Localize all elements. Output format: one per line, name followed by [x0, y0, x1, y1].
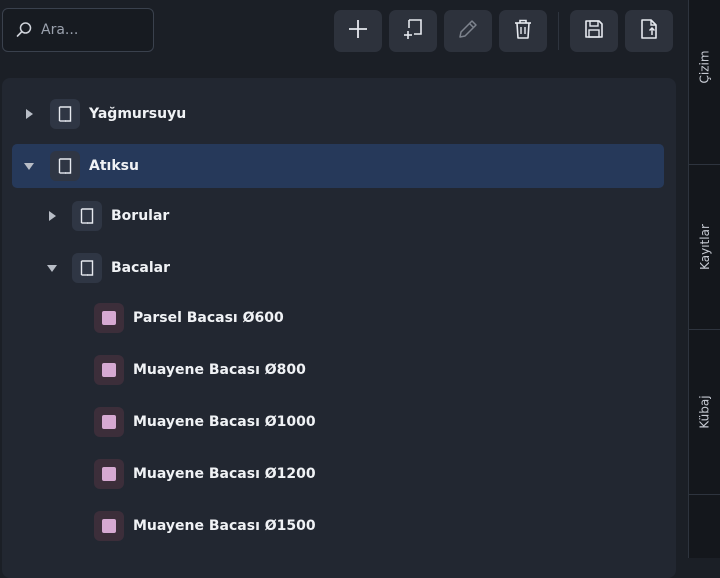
tab-kayitlar[interactable]: Kayıtlar: [689, 165, 720, 330]
color-swatch-icon: [94, 355, 124, 385]
plus-icon: [346, 17, 370, 45]
tree-item-muayene-1000[interactable]: Muayene Bacası Ø1000: [12, 400, 664, 444]
add-child-button[interactable]: [389, 10, 437, 52]
swatch: [102, 519, 116, 533]
tab-kubaj[interactable]: Kübaj: [689, 330, 720, 495]
tree-item-label: Muayene Bacası Ø800: [133, 362, 306, 378]
tab-cizim[interactable]: Çizim: [689, 0, 720, 165]
add-sheet-icon: [401, 17, 425, 45]
swatch: [102, 467, 116, 481]
swatch: [102, 311, 116, 325]
side-tab-rail: Çizim Kayıtlar Kübaj: [688, 0, 720, 558]
tree-item-label: Muayene Bacası Ø1500: [133, 518, 316, 534]
file-export-icon: [637, 17, 661, 45]
tree-item-label: Parsel Bacası Ø600: [133, 310, 284, 326]
collapse-caret-icon[interactable]: [24, 161, 34, 171]
collapse-caret-icon[interactable]: [47, 263, 57, 273]
tree-node-label: Atıksu: [89, 158, 139, 174]
tree-item-muayene-1500[interactable]: Muayene Bacası Ø1500: [12, 504, 664, 548]
tree-node-bacalar[interactable]: Bacalar: [12, 246, 664, 290]
floppy-icon: [582, 17, 606, 45]
tree-node-atiksu[interactable]: Atıksu: [12, 144, 664, 188]
swatch: [102, 415, 116, 429]
toolbar-divider: [558, 12, 559, 50]
tab-label: Kübaj: [698, 395, 712, 429]
tab-label: Kayıtlar: [698, 224, 712, 270]
color-swatch-icon: [94, 407, 124, 437]
tree-node-yagmursuyu[interactable]: Yağmursuyu: [12, 92, 664, 136]
folder-icon: [50, 151, 80, 181]
folder-icon: [72, 201, 102, 231]
export-button[interactable]: [625, 10, 673, 52]
tree-node-label: Bacalar: [111, 260, 171, 276]
save-button[interactable]: [570, 10, 618, 52]
toolbar: [0, 0, 688, 64]
color-swatch-icon: [94, 459, 124, 489]
tree-node-label: Borular: [111, 208, 170, 224]
tree-item-parsel-600[interactable]: Parsel Bacası Ø600: [12, 296, 664, 340]
tree-panel: Yağmursuyu Atıksu Borular Bacalar Parsel…: [2, 78, 676, 578]
tree-node-label: Yağmursuyu: [89, 106, 187, 122]
tree-node-borular[interactable]: Borular: [12, 194, 664, 238]
swatch: [102, 363, 116, 377]
trash-icon: [511, 17, 535, 45]
tree-item-label: Muayene Bacası Ø1000: [133, 414, 316, 430]
color-swatch-icon: [94, 303, 124, 333]
edit-button[interactable]: [444, 10, 492, 52]
folder-icon: [50, 99, 80, 129]
folder-icon: [72, 253, 102, 283]
tree-item-muayene-1200[interactable]: Muayene Bacası Ø1200: [12, 452, 664, 496]
search-input[interactable]: [39, 21, 143, 39]
tab-label: Çizim: [698, 50, 713, 84]
search-box[interactable]: [2, 8, 154, 52]
tree-item-muayene-800[interactable]: Muayene Bacası Ø800: [12, 348, 664, 392]
add-button[interactable]: [334, 10, 382, 52]
color-swatch-icon: [94, 511, 124, 541]
expand-caret-icon[interactable]: [24, 109, 34, 119]
pencil-icon: [456, 17, 480, 45]
tree-item-label: Muayene Bacası Ø1200: [133, 466, 316, 482]
search-icon: [15, 21, 33, 39]
delete-button[interactable]: [499, 10, 547, 52]
expand-caret-icon[interactable]: [47, 211, 57, 221]
